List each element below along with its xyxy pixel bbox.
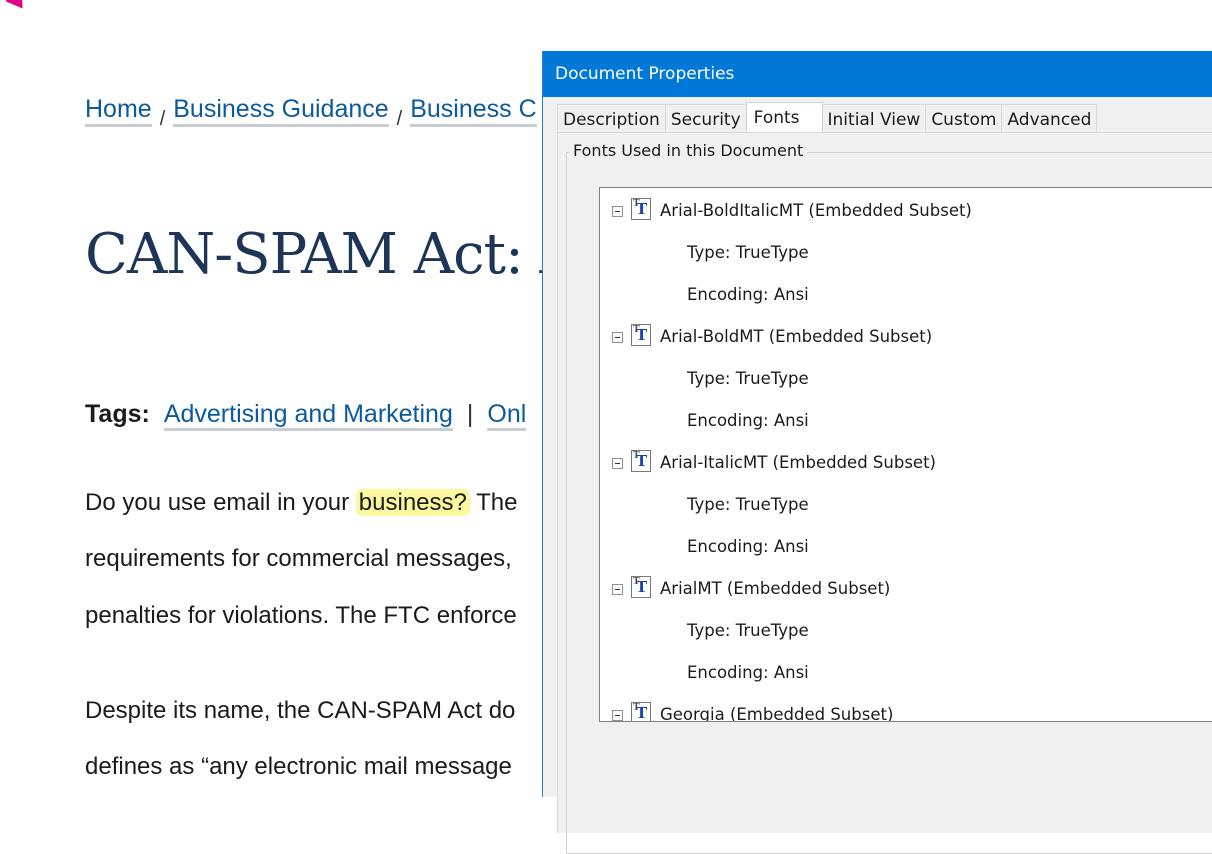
collapse-toggle-icon[interactable] [612, 584, 623, 595]
body-paragraph-line: penalties for violations. The FTC enforc… [85, 602, 517, 629]
font-name[interactable]: Arial-ItalicMT (Embedded Subset) [660, 453, 936, 472]
font-name[interactable]: Arial-BoldMT (Embedded Subset) [660, 327, 932, 346]
font-type: Type: TrueType [687, 495, 809, 514]
breadcrumb-business-center-link[interactable]: Business C [410, 95, 537, 127]
truetype-font-icon: TT [631, 324, 651, 346]
font-name[interactable]: Arial-BoldItalicMT (Embedded Subset) [660, 201, 972, 220]
fonts-groupbox: Fonts Used in this Document TT Arial-Bol… [566, 141, 1212, 854]
body-paragraph-line: requirements for commercial messages, [85, 545, 512, 572]
tag-online-link[interactable]: Onl [487, 400, 527, 431]
dialog-titlebar[interactable]: Document Properties [543, 51, 1212, 97]
page-title: CAN-SPAM Act: A [85, 222, 580, 287]
font-encoding: Encoding: Ansi [687, 411, 809, 430]
truetype-font-icon: TT [631, 576, 651, 598]
tags-label: Tags: [85, 400, 150, 428]
breadcrumb-business-guidance-link[interactable]: Business Guidance [173, 95, 389, 127]
collapse-toggle-icon[interactable] [612, 710, 623, 721]
tag-separator: | [466, 400, 474, 428]
font-name[interactable]: ArialMT (Embedded Subset) [660, 579, 890, 598]
font-name[interactable]: Georgia (Embedded Subset) [660, 705, 893, 721]
truetype-font-icon: TT [631, 198, 651, 220]
font-encoding: Encoding: Ansi [687, 285, 809, 304]
tags-row: Tags: Advertising and Marketing | Onl [85, 400, 527, 431]
font-tree-node: TT Arial-BoldItalicMT (Embedded Subset) … [600, 188, 1212, 314]
font-encoding: Encoding: Ansi [687, 537, 809, 556]
body-paragraph-line: defines as “any electronic mail message [85, 753, 512, 780]
body-paragraph-line: Do you use email in your business? The [85, 489, 518, 516]
tab-custom[interactable]: Custom [925, 104, 1003, 135]
collapse-toggle-icon[interactable] [612, 206, 623, 217]
tab-security[interactable]: Security [664, 104, 747, 135]
breadcrumb-separator: / [396, 108, 403, 130]
font-tree-node: TT ArialMT (Embedded Subset) Type: TrueT… [600, 566, 1212, 692]
tab-strip: Description Security Fonts Initial View Cust… [557, 101, 1098, 136]
tab-fonts[interactable]: Fonts [745, 102, 823, 136]
breadcrumb: Home / Business Guidance / Business C [85, 95, 537, 130]
tag-advertising-link[interactable]: Advertising and Marketing [163, 400, 453, 431]
font-tree-node: TT Georgia (Embedded Subset) [600, 692, 1212, 721]
search-highlight: business? [355, 489, 470, 516]
tab-advanced[interactable]: Advanced [1001, 104, 1098, 135]
font-tree-node: TT Arial-BoldMT (Embedded Subset) Type: … [600, 314, 1212, 440]
document-properties-dialog: Document Properties Description Security F… [542, 51, 1212, 854]
mouse-cursor-icon [5, 0, 31, 15]
tab-initial-view[interactable]: Initial View [821, 104, 927, 135]
font-tree-node: TT Arial-ItalicMT (Embedded Subset) Type… [600, 440, 1212, 566]
fonts-group-label: Fonts Used in this Document [569, 141, 808, 160]
fonts-tree-view[interactable]: TT Arial-BoldItalicMT (Embedded Subset) … [599, 187, 1212, 722]
breadcrumb-home-link[interactable]: Home [85, 95, 152, 127]
breadcrumb-separator: / [159, 108, 166, 130]
truetype-font-icon: TT [631, 450, 651, 472]
tab-description[interactable]: Description [557, 104, 666, 135]
font-type: Type: TrueType [687, 369, 809, 388]
collapse-toggle-icon[interactable] [612, 332, 623, 343]
font-type: Type: TrueType [687, 243, 809, 262]
font-type: Type: TrueType [687, 621, 809, 640]
body-paragraph-line: Despite its name, the CAN-SPAM Act do [85, 697, 516, 724]
fonts-tab-panel: Fonts Used in this Document TT Arial-Bol… [557, 132, 1212, 854]
font-encoding: Encoding: Ansi [687, 663, 809, 682]
collapse-toggle-icon[interactable] [612, 458, 623, 469]
truetype-font-icon: TT [631, 702, 651, 721]
